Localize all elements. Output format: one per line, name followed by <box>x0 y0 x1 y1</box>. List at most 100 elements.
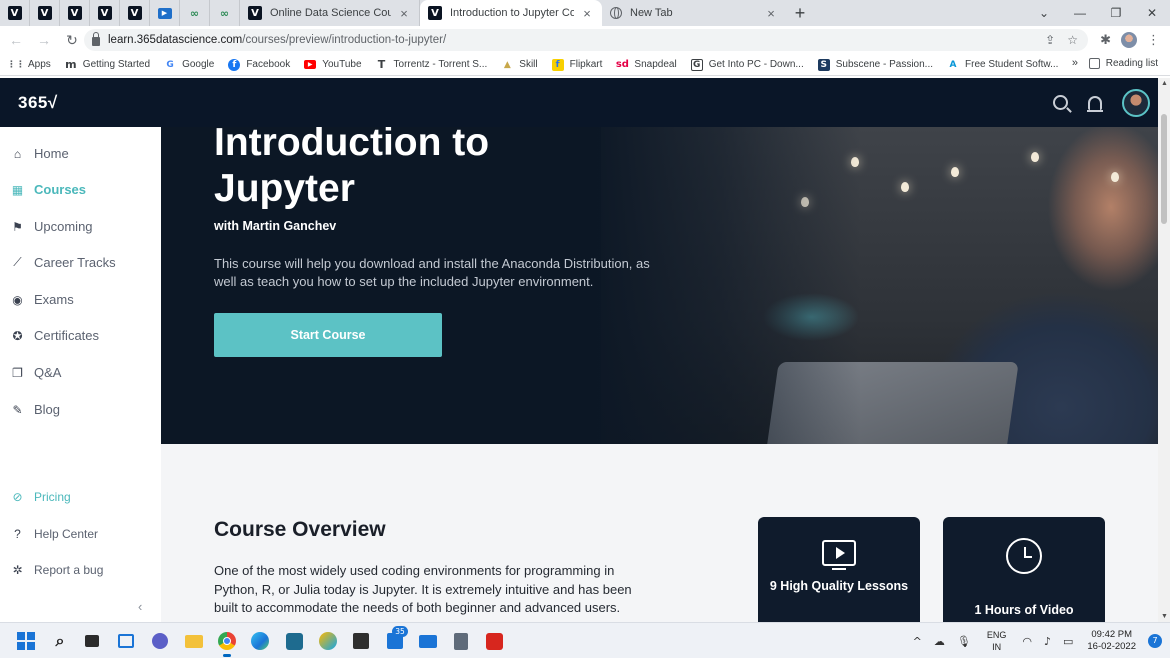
pinned-tab[interactable]: ▶ <box>150 0 180 26</box>
tab-title: New Tab <box>630 7 673 19</box>
new-tab-button[interactable]: + <box>786 0 814 26</box>
bookmarks-overflow-icon[interactable]: » <box>1072 57 1078 69</box>
pinned-tab[interactable]: V <box>120 0 150 26</box>
bookmark-torrentz[interactable]: T Torrentz - Torrent S... <box>376 58 488 71</box>
microphone-icon[interactable]: 🎙 <box>957 635 971 648</box>
bookmark-free-student-software[interactable]: A Free Student Softw... <box>947 59 1059 71</box>
tab-online-courses[interactable]: V Online Data Science Courses and × <box>240 0 420 26</box>
volume-icon[interactable]: ♪ <box>1044 635 1051 648</box>
more-menu-icon[interactable]: ⋮ <box>1147 32 1160 48</box>
sidebar-item-blog[interactable]: ✎ Blog <box>10 402 60 417</box>
tab-search-icon[interactable]: ⌄ <box>1026 6 1062 20</box>
notification-count-badge[interactable]: 7 <box>1148 634 1162 648</box>
bookmark-get-into-pc[interactable]: G Get Into PC - Down... <box>690 58 804 71</box>
home-icon: ⌂ <box>13 146 22 161</box>
bell-icon[interactable] <box>1087 95 1103 112</box>
pinned-tab[interactable]: V <box>90 0 120 26</box>
acrobat-icon[interactable] <box>484 631 504 651</box>
pinned-tab[interactable]: ∞ <box>210 0 240 26</box>
sidebar-item-label: Q&A <box>34 365 62 380</box>
outlook-icon[interactable] <box>418 631 438 651</box>
bookmark-google[interactable]: G Google <box>164 59 214 71</box>
search-icon[interactable]: ⌕ <box>50 631 70 651</box>
site-logo[interactable]: 365√ <box>18 93 58 113</box>
collapse-sidebar-icon[interactable]: ‹ <box>138 599 142 614</box>
tab-introduction-to-jupyter[interactable]: V Introduction to Jupyter Course | × <box>420 0 602 26</box>
sidebar-item-home[interactable]: ⌂ Home <box>10 146 69 161</box>
reading-list-button[interactable]: Reading list <box>1088 58 1158 69</box>
profile-avatar[interactable] <box>1121 32 1137 48</box>
tab-new-tab[interactable]: New Tab × <box>602 0 786 26</box>
bookmark-youtube[interactable]: ▶ YouTube <box>304 59 362 70</box>
taskbar-clock[interactable]: 09:42 PM 16-02-2022 <box>1087 629 1136 653</box>
sidebar-item-upcoming[interactable]: ⚑ Upcoming <box>10 219 92 234</box>
sidebar-item-career-tracks[interactable]: ⟋ Career Tracks <box>10 255 116 270</box>
lessons-card-label: 9 High Quality Lessons <box>769 579 909 593</box>
bookmark-skill[interactable]: ▲ Skill <box>501 59 538 71</box>
store-icon[interactable] <box>351 631 371 651</box>
bookmark-subscene[interactable]: S Subscene - Passion... <box>817 58 933 71</box>
sidebar-item-report-bug[interactable]: ✲ Report a bug <box>10 562 103 577</box>
edge-icon[interactable] <box>250 631 270 651</box>
url-host: learn.365datascience.com <box>108 34 243 46</box>
cloud-icon[interactable]: ☁ <box>934 635 945 648</box>
bookmark-getting-started[interactable]: m Getting Started <box>65 58 150 71</box>
region-code: IN <box>992 642 1002 652</box>
extensions-puzzle-icon[interactable]: ✱ <box>1100 32 1111 48</box>
wifi-icon[interactable]: ◠ <box>1022 635 1032 648</box>
pinned-tab[interactable]: ∞ <box>180 0 210 26</box>
sidebar-item-qa[interactable]: ❐ Q&A <box>10 365 61 380</box>
bookmark-facebook[interactable]: f Facebook <box>228 58 290 71</box>
user-avatar[interactable] <box>1122 88 1150 117</box>
start-course-button[interactable]: Start Course <box>214 313 442 357</box>
task-view-icon[interactable] <box>82 631 102 651</box>
share-icon[interactable]: ⇪ <box>1045 33 1055 47</box>
back-arrow-icon[interactable]: ← <box>4 32 28 48</box>
tab-close-icon[interactable]: × <box>397 6 411 21</box>
close-window-button[interactable]: ✕ <box>1134 6 1170 20</box>
sidebar-item-label: Pricing <box>34 489 71 504</box>
scroll-down-icon[interactable]: ▼ <box>1161 613 1168 620</box>
scroll-up-icon[interactable]: ▲ <box>1161 80 1168 87</box>
scrollbar-thumb[interactable] <box>1161 114 1167 224</box>
page-scrollbar[interactable]: ▲ ▼ <box>1158 78 1170 622</box>
tab-close-icon[interactable]: × <box>580 6 594 21</box>
chrome-icon[interactable] <box>217 631 237 657</box>
tab-close-icon[interactable]: × <box>764 6 778 21</box>
maximize-button[interactable]: ❐ <box>1098 6 1134 20</box>
bookmark-apps[interactable]: ⋮⋮ Apps <box>7 59 51 71</box>
sidebar-item-help-center[interactable]: ? Help Center <box>10 526 98 541</box>
bookmark-star-icon[interactable]: ☆ <box>1067 33 1078 47</box>
pinned-tab[interactable]: V <box>0 0 30 26</box>
camera-app-icon[interactable] <box>284 631 304 651</box>
pinned-tab[interactable]: V <box>60 0 90 26</box>
sidebar-item-courses[interactable]: ▦ Courses <box>10 182 86 197</box>
bug-icon: ✲ <box>12 562 23 577</box>
365-favicon-icon: V <box>127 6 142 20</box>
battery-icon[interactable]: ▭ <box>1063 635 1073 648</box>
pinned-tab[interactable]: V <box>30 0 60 26</box>
sidebar-item-exams[interactable]: ◉ Exams <box>10 292 74 307</box>
language-indicator[interactable]: ENG IN <box>987 629 1007 653</box>
sidebar-item-certificates[interactable]: ✪ Certificates <box>10 328 99 343</box>
chevron-up-icon[interactable]: ^ <box>913 635 922 648</box>
video-hours-card-label: 1 Hours of Video <box>974 603 1074 617</box>
paint-app-icon[interactable] <box>318 631 338 651</box>
lock-icon[interactable] <box>92 32 100 46</box>
bookmark-snapdeal[interactable]: sd Snapdeal <box>616 59 677 71</box>
file-explorer-icon[interactable] <box>184 631 204 651</box>
teams-chat-icon[interactable] <box>150 631 170 651</box>
language-code: ENG <box>986 630 1007 640</box>
widgets-icon[interactable] <box>116 631 136 651</box>
minimize-button[interactable]: — <box>1062 6 1098 20</box>
forward-arrow-icon[interactable]: → <box>32 32 56 48</box>
sidebar-item-label: Exams <box>34 292 74 307</box>
address-bar[interactable]: learn.365datascience.com/courses/preview… <box>84 29 1088 51</box>
sidebar-item-pricing[interactable]: ⊘ Pricing <box>10 489 71 504</box>
bookmark-flipkart[interactable]: f Flipkart <box>551 58 602 71</box>
sidebar-item-label: Career Tracks <box>34 255 116 270</box>
calculator-icon[interactable] <box>451 631 471 651</box>
start-button[interactable] <box>16 631 36 651</box>
search-icon[interactable] <box>1053 95 1068 110</box>
reload-icon[interactable]: ↻ <box>60 32 84 49</box>
